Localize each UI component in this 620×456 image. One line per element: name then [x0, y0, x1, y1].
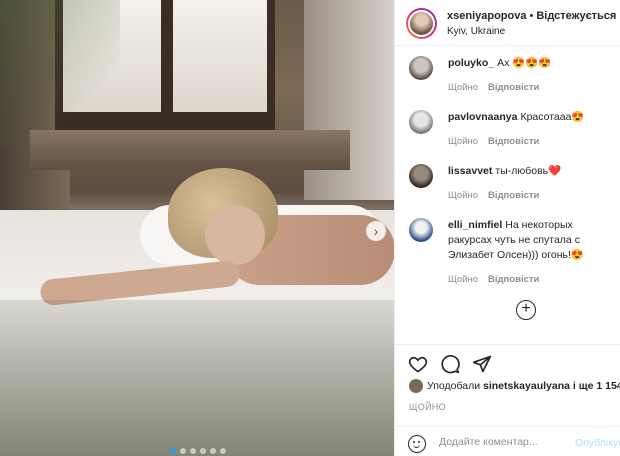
- post-header: xseniyapopova • Відстежується Kyiv, Ukrain…: [395, 0, 620, 46]
- comment-text: Красотааа😍: [520, 111, 585, 123]
- follow-status-button[interactable]: Відстежується: [536, 10, 616, 22]
- reply-button[interactable]: Відповісти: [488, 136, 539, 147]
- author-username[interactable]: xseniyapopova: [447, 10, 526, 22]
- carousel-dot: [170, 448, 176, 454]
- heart-icon[interactable]: [408, 354, 428, 374]
- comment-icon[interactable]: [440, 354, 460, 374]
- comment-username[interactable]: pavlovnaanya: [448, 111, 517, 123]
- comment-time: Щойно: [448, 136, 479, 147]
- comment-avatar[interactable]: [409, 110, 433, 134]
- comment-username[interactable]: lissavvet: [448, 165, 492, 177]
- comment-text: Ах 😍😍😍: [497, 57, 552, 69]
- load-more-comments-icon[interactable]: +: [516, 300, 536, 320]
- emoji-icon[interactable]: [408, 435, 426, 453]
- comment-time: Щойно: [448, 190, 479, 201]
- carousel-dot: [200, 448, 206, 454]
- comment-avatar[interactable]: [409, 164, 433, 188]
- add-comment-bar: Опублікувати: [395, 426, 620, 456]
- carousel-dot: [190, 448, 196, 454]
- post-location[interactable]: Kyiv, Ukraine: [447, 26, 505, 37]
- post-timestamp: ЩОЙНО: [409, 402, 446, 412]
- post-photo[interactable]: ›: [0, 0, 394, 456]
- comment-input[interactable]: [439, 436, 564, 448]
- share-icon[interactable]: [472, 354, 492, 374]
- liker-avatar[interactable]: [409, 379, 423, 393]
- comment-username[interactable]: poluyko_: [448, 57, 494, 69]
- carousel-next-button[interactable]: ›: [366, 221, 386, 241]
- carousel-dot: [220, 448, 226, 454]
- reply-button[interactable]: Відповісти: [488, 190, 539, 201]
- author-avatar[interactable]: [406, 8, 437, 39]
- comment-text: ты-любовь❤️: [495, 165, 562, 177]
- carousel-dot: [210, 448, 216, 454]
- comment-avatar[interactable]: [409, 218, 433, 242]
- reply-button[interactable]: Відповісти: [488, 82, 539, 93]
- liker-username[interactable]: sinetskayaulyana: [483, 380, 570, 392]
- comment-time: Щойно: [448, 82, 479, 93]
- comment-avatar[interactable]: [409, 56, 433, 80]
- reply-button[interactable]: Відповісти: [488, 274, 539, 285]
- post-actions: [395, 344, 620, 380]
- carousel-dots: [170, 448, 226, 454]
- comment-username[interactable]: elli_nimfiel: [448, 219, 502, 231]
- post-panel: xseniyapopova • Відстежується Kyiv, Ukrain…: [394, 0, 620, 456]
- likes-summary: Уподобали sinetskayaulyana і ще 1 154: [409, 379, 620, 393]
- header-separator: •: [529, 10, 534, 22]
- likes-count[interactable]: і ще 1 154: [573, 380, 620, 392]
- post-comment-button[interactable]: Опублікувати: [575, 437, 620, 449]
- comment-time: Щойно: [448, 274, 479, 285]
- carousel-dot: [180, 448, 186, 454]
